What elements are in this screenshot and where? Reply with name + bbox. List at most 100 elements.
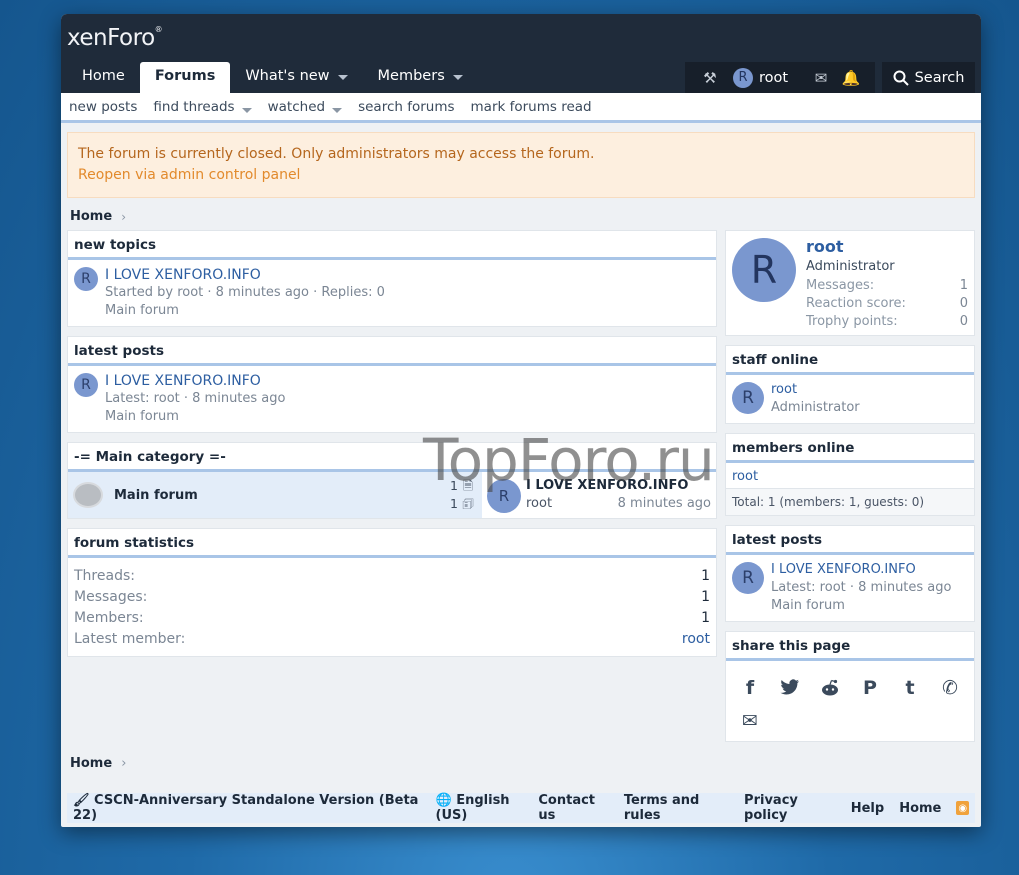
subnav-watched[interactable]: watched (268, 99, 343, 115)
forum-last-post: R I LOVE XENFORO.INFO root 8 minutes ago (482, 472, 716, 518)
forum-stats: 1 🗎 1 🗊 (450, 477, 474, 513)
subnav-find-threads[interactable]: find threads (153, 99, 252, 115)
list-item: R I LOVE XENFORO.INFO Latest: root · 8 m… (68, 366, 716, 432)
envelope-icon[interactable]: ✉ (806, 69, 836, 87)
breadcrumb: Home › (70, 209, 981, 224)
footer-link-home[interactable]: Home (899, 801, 941, 816)
chevron-down-icon[interactable] (241, 107, 252, 113)
avatar[interactable]: R (732, 562, 764, 594)
footer-link-contact[interactable]: Contact us (538, 793, 608, 823)
site-logo[interactable]: xenForo® (67, 25, 163, 51)
chevron-down-icon[interactable] (337, 75, 348, 80)
profile-block: R root Administrator Messages: 1 Reaction… (725, 230, 975, 336)
last-post-time[interactable]: 8 minutes ago (618, 495, 711, 513)
chevron-down-icon[interactable] (452, 75, 463, 80)
latest-member-link[interactable]: root (682, 629, 710, 650)
footer-link-privacy[interactable]: Privacy policy (744, 793, 836, 823)
notice-text: The forum is currently closed. Only admi… (78, 146, 595, 162)
tab-members[interactable]: Members (363, 62, 478, 93)
pinterest-icon[interactable]: P (850, 671, 890, 704)
search-icon (893, 70, 909, 86)
avatar[interactable]: R (732, 382, 764, 414)
last-post-user[interactable]: root (526, 495, 552, 513)
bell-icon[interactable]: 🔔 (836, 69, 866, 87)
user-name-link[interactable]: root (759, 70, 788, 86)
share-block: share this page f P t ✆ ✉ (725, 631, 975, 742)
staff-online-block: staff online R root Administrator (725, 345, 975, 424)
sub-navigation: new posts find threads watched search fo… (61, 93, 981, 123)
thread-link[interactable]: I LOVE XENFORO.INFO (105, 372, 285, 390)
thread-meta: Latest: root · 8 minutes ago (771, 580, 952, 595)
tab-whats-new[interactable]: What's new (230, 62, 362, 93)
main-column: new topics R I LOVE XENFORO.INFO Started… (67, 230, 717, 666)
thread-meta: Latest: root · 8 minutes ago (105, 391, 286, 406)
last-thread-link[interactable]: I LOVE XENFORO.INFO (526, 477, 711, 495)
avatar[interactable]: R (732, 238, 796, 302)
forum-link[interactable]: Main forum (114, 488, 198, 503)
breadcrumb-bottom: Home › (70, 756, 126, 771)
profile-role: Administrator (806, 259, 895, 274)
tab-home[interactable]: Home (67, 62, 140, 93)
thread-link[interactable]: I LOVE XENFORO.INFO (771, 561, 951, 579)
forum-statistics-block: forum statistics Threads: 1 Messages: 1 Me… (67, 528, 717, 657)
chevron-down-icon[interactable] (332, 107, 343, 113)
staff-user-link[interactable]: root (771, 381, 860, 399)
style-chooser[interactable]: 🖌 CSCN-Anniversary Standalone Version (B… (73, 793, 422, 823)
profile-name-link[interactable]: root (806, 237, 968, 257)
block-title: latest posts (726, 526, 974, 555)
footer-link-help[interactable]: Help (851, 801, 884, 816)
reddit-icon[interactable] (810, 671, 850, 704)
site-footer: 🖌 CSCN-Anniversary Standalone Version (B… (67, 793, 975, 823)
subnav-search-forums[interactable]: search forums (358, 99, 454, 115)
messages-count: 1 (450, 496, 458, 511)
stat-row: Messages: 1 (74, 589, 710, 605)
language-chooser[interactable]: 🌐 English (US) (436, 793, 539, 823)
avatar[interactable]: R (74, 267, 98, 291)
block-title: members online (726, 434, 974, 463)
facebook-icon[interactable]: f (730, 671, 770, 704)
threads-count: 1 (450, 478, 458, 493)
wrench-screwdriver-icon[interactable]: ⚒ (695, 69, 725, 87)
profile-stat: Messages: 1 (806, 278, 968, 293)
reopen-link[interactable]: Reopen via admin control panel (78, 165, 964, 186)
sidebar: R root Administrator Messages: 1 Reaction… (725, 230, 975, 751)
stat-row: Threads: 1 (74, 568, 710, 584)
subnav-mark-forums-read[interactable]: mark forums read (471, 99, 592, 115)
user-toolbar: ⚒ R root ✉ 🔔 (685, 62, 875, 93)
search-button[interactable]: Search (882, 62, 975, 93)
email-share-icon[interactable]: ✉ (730, 704, 770, 737)
forum-node: Main forum 1 🗎 1 🗊 (68, 472, 482, 518)
rss-icon[interactable]: ◉ (956, 801, 969, 815)
speech-bubble-icon (68, 472, 108, 518)
category-title[interactable]: -= Main category =- (68, 443, 716, 472)
thread-meta: Started by root · 8 minutes ago · Replie… (105, 285, 385, 300)
avatar[interactable]: R (487, 478, 521, 513)
thread-forum-link[interactable]: Main forum (105, 302, 385, 320)
tumblr-icon[interactable]: t (890, 671, 930, 704)
avatar[interactable]: R (74, 373, 98, 397)
twitter-icon[interactable] (770, 671, 810, 704)
user-avatar[interactable]: R (733, 67, 753, 88)
breadcrumb-home[interactable]: Home (70, 756, 112, 771)
online-total: Total: 1 (members: 1, guests: 0) (726, 488, 974, 515)
thread-forum-link[interactable]: Main forum (771, 597, 951, 615)
subnav-new-posts[interactable]: new posts (69, 99, 137, 115)
forum-row: Main forum 1 🗎 1 🗊 R I LOVE XENFORO.INFO r… (68, 472, 716, 518)
breadcrumb-home[interactable]: Home (70, 209, 112, 224)
block-title: latest posts (68, 337, 716, 366)
block-title: share this page (726, 632, 974, 661)
inbox-icon: 🗊 (462, 496, 474, 511)
tab-forums[interactable]: Forums (139, 62, 231, 93)
footer-link-terms[interactable]: Terms and rules (624, 793, 729, 823)
staff-role: Administrator (771, 400, 860, 415)
thread-link[interactable]: I LOVE XENFORO.INFO (105, 266, 385, 284)
whatsapp-icon[interactable]: ✆ (930, 671, 970, 704)
latest-posts-block: latest posts R I LOVE XENFORO.INFO Lates… (67, 336, 717, 433)
online-member-link[interactable]: root (726, 463, 974, 488)
block-title: forum statistics (68, 529, 716, 558)
chevron-right-icon: › (121, 756, 127, 771)
list-item: R I LOVE XENFORO.INFO Latest: root · 8 m… (726, 555, 974, 621)
chevron-right-icon: › (121, 209, 126, 224)
thread-forum-link[interactable]: Main forum (105, 408, 285, 426)
sidebar-latest-posts-block: latest posts R I LOVE XENFORO.INFO Lates… (725, 525, 975, 622)
